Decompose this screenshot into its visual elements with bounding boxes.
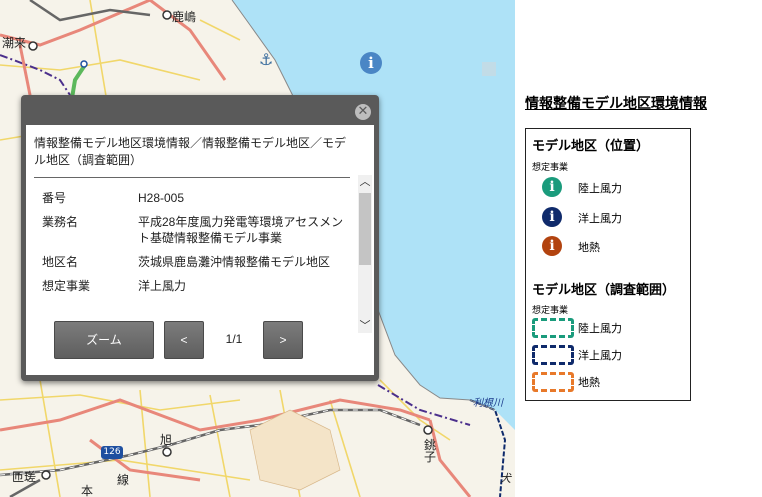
feature-popup: ✕ 情報整備モデル地区環境情報／情報整備モデル地区／モデル地区（調査範囲） 番号…: [21, 95, 379, 381]
info-pin-icon: i: [542, 177, 562, 197]
legend-item: 陸上風力: [526, 318, 690, 340]
attribute-table: 番号 H28-005 業務名 平成28年度風力発電等環境アセスメント基礎情報整備…: [34, 186, 348, 298]
info-marker-icon[interactable]: i: [360, 52, 382, 74]
map-label-itako: 潮来: [2, 36, 27, 50]
info-pin-icon: i: [542, 236, 562, 256]
legend-sub-label: 想定事業: [532, 305, 569, 315]
legend-item-label: 地熱: [578, 242, 600, 254]
legend-item: 洋上風力: [526, 345, 690, 367]
attr-value: 茨城県鹿島灘沖情報整備モデル地区: [138, 255, 331, 269]
next-button[interactable]: >: [263, 321, 303, 359]
table-row: 想定事業 洋上風力: [34, 274, 348, 298]
legend-item-label: 洋上風力: [578, 213, 622, 225]
legend-item: 地熱: [526, 372, 690, 394]
map-label-sen: 線: [117, 473, 130, 487]
pager-indicator: 1/1: [225, 332, 243, 346]
map-label-choshi-2: 子: [424, 450, 437, 464]
map-label-asahi: 旭: [160, 433, 173, 447]
popup-content: 情報整備モデル地区環境情報／情報整備モデル地区／モデル地区（調査範囲） 番号 H…: [26, 125, 358, 305]
prev-button[interactable]: <: [164, 321, 204, 359]
legend-title: 情報整備モデル地区環境情報: [525, 95, 707, 111]
map-view[interactable]: 鹿嶋 潮来 旭 銚 子 匝瑳 利根川 本 線 犬 126 ⚓ i ✕ 情報整備モ…: [0, 0, 515, 497]
attr-key: 地区名: [42, 255, 79, 269]
chevron-up-icon[interactable]: ︿: [358, 175, 372, 189]
popup-body: 情報整備モデル地区環境情報／情報整備モデル地区／モデル地区（調査範囲） 番号 H…: [26, 125, 374, 375]
map-label-hikata: 匝瑳: [12, 470, 37, 484]
legend-item-label: 陸上風力: [578, 323, 622, 335]
attr-key: 想定事業: [42, 279, 91, 293]
map-label-kashima: 鹿嶋: [172, 10, 197, 24]
area-swatch: [532, 372, 574, 392]
map-label-tone-river: 利根川: [473, 398, 503, 409]
legend-item-label: 洋上風力: [578, 350, 622, 362]
legend-item-label: 地熱: [578, 377, 600, 389]
legend-item: i 地熱: [526, 236, 690, 258]
table-row: 番号 H28-005: [34, 186, 348, 210]
zoom-button[interactable]: ズーム: [54, 321, 154, 359]
table-row: 業務名 平成28年度風力発電等環境アセスメント基礎情報整備モデル事業: [34, 210, 348, 250]
close-icon[interactable]: ✕: [355, 104, 371, 120]
info-pin-icon: i: [542, 207, 562, 227]
attr-value: 洋上風力: [138, 279, 187, 293]
anchor-icon: ⚓: [259, 50, 274, 69]
table-row: 地区名 茨城県鹿島灘沖情報整備モデル地区: [34, 250, 348, 274]
attr-key: 業務名: [42, 215, 79, 229]
legend-panel: モデル地区（位置） 想定事業 i 陸上風力 i 洋上風力 i 地熱 モデル地区（…: [525, 128, 691, 401]
map-label-hon: 本: [81, 484, 94, 497]
popup-title: 情報整備モデル地区環境情報／情報整備モデル地区／モデル地区（調査範囲）: [34, 135, 350, 178]
area-swatch: [532, 318, 574, 338]
attr-value: H28-005: [138, 191, 185, 205]
legend-section-area: モデル地区（調査範囲）: [532, 282, 676, 297]
route-shield: 126: [101, 446, 123, 459]
legend-sub-label: 想定事業: [532, 162, 569, 172]
legend-section-position: モデル地区（位置）: [532, 138, 650, 153]
scroll-thumb[interactable]: [359, 193, 371, 265]
attr-value: 平成28年度風力発電等環境アセスメント基礎情報整備モデル事業: [138, 215, 344, 245]
legend-item-label: 陸上風力: [578, 183, 622, 195]
map-label-inubo: 犬: [500, 472, 511, 485]
legend-item: i 洋上風力: [526, 207, 690, 229]
legend-item: i 陸上風力: [526, 177, 690, 199]
attr-key: 番号: [42, 191, 67, 205]
area-swatch: [532, 345, 574, 365]
chevron-down-icon[interactable]: ﹀: [358, 319, 372, 333]
popup-scrollbar[interactable]: ︿ ﹀: [358, 175, 372, 333]
